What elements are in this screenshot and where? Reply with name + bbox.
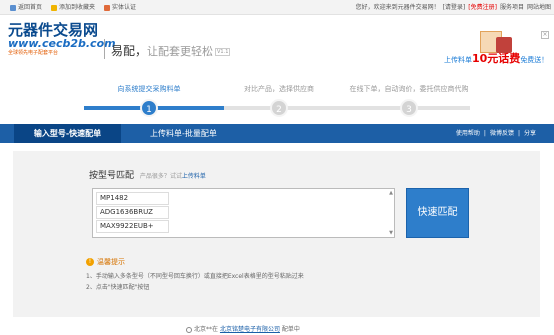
ticker-suffix: 配单中 xyxy=(281,326,300,333)
help-link[interactable]: 使用帮助 xyxy=(456,124,480,143)
bookmark-label: 添加到收藏夹 xyxy=(59,4,96,11)
product-slogan: 易配，让配套更轻松 V1.1 xyxy=(111,42,231,59)
promo-highlight: 10元话费 xyxy=(472,52,521,65)
promo-banner[interactable]: × 上传料单10元话费免费送！ xyxy=(444,29,552,69)
link-divider: | xyxy=(517,130,520,137)
footer-ticker: 北京**在 北京铭楚电子有限公司 配单中 xyxy=(0,320,554,335)
step-number-1: 1 xyxy=(140,99,158,117)
welcome-text: 您好，欢迎来到元器件交易网！ xyxy=(355,4,440,11)
ticker-prefix: 北京**在 xyxy=(194,326,219,333)
link-divider: | xyxy=(483,130,486,137)
step-label-1: 向系统提交采购料单 xyxy=(117,85,181,93)
header-divider xyxy=(104,39,105,59)
part-number-line: MAX9922EUB+ xyxy=(96,220,169,233)
bookmark-link[interactable]: 添加到收藏夹 xyxy=(51,0,95,15)
part-number-textarea[interactable]: MP1482 ADG1636BRUZ MAX9922EUB+ ▲ ▼ xyxy=(92,188,395,238)
slogan-main: 易配， xyxy=(111,44,148,58)
star-icon xyxy=(51,4,58,11)
logo-url: www.cecb2b.com xyxy=(8,37,116,50)
company-link[interactable]: 北京铭楚电子有限公司 xyxy=(220,326,280,333)
upload-list-link[interactable]: 上传料单 xyxy=(182,173,206,180)
part-number-line: ADG1636BRUZ xyxy=(96,206,169,219)
step-number-2: 2 xyxy=(270,99,288,117)
scroll-up-icon[interactable]: ▲ xyxy=(389,190,393,196)
login-link[interactable]: [请登录] xyxy=(443,0,466,15)
step-label-3: 在线下单，自动询价，委托供应商代购 xyxy=(349,85,469,93)
badge-icon xyxy=(104,4,111,11)
service-link[interactable]: 服务项目 xyxy=(500,0,524,15)
share-link[interactable]: 分享 xyxy=(524,124,536,143)
panel-hint: 产品很多？试试上传料单 xyxy=(140,173,206,180)
tip-line-1: 1、手动输入多条型号（不同型号回车换行）或直接把Excel表格里的型号粘贴过来 xyxy=(86,273,304,280)
promo-text: 上传料单10元话费免费送！ xyxy=(444,50,548,66)
tab-links: 使用帮助 | 微博反馈 | 分享 xyxy=(456,124,536,143)
home-link[interactable]: 返回首页 xyxy=(10,0,42,15)
tab-quick-match[interactable]: 输入型号-快速配单 xyxy=(14,124,121,143)
scroll-down-icon[interactable]: ▼ xyxy=(389,230,393,236)
register-link[interactable]: [免费注册] xyxy=(468,0,497,15)
tip-title: ! 温馨提示 xyxy=(86,257,125,267)
hint-text: 产品很多？试试 xyxy=(139,173,182,180)
close-icon[interactable]: × xyxy=(541,31,549,39)
panel-heading: 按型号匹配 xyxy=(89,171,135,181)
loading-icon xyxy=(186,326,192,333)
panel-title: 按型号匹配 产品很多？试试上传料单 xyxy=(89,168,206,181)
part-number-line: MP1482 xyxy=(96,192,169,205)
tab-bar: 输入型号-快速配单 上传料单-批量配单 使用帮助 | 微博反馈 | 分享 xyxy=(0,124,554,143)
sitemap-link[interactable]: 网站地图 xyxy=(527,0,551,15)
step-line-2 xyxy=(224,106,470,110)
promo-tail: 免费送！ xyxy=(520,56,549,64)
quick-match-button[interactable]: 快速匹配 xyxy=(406,188,469,238)
feedback-link[interactable]: 微博反馈 xyxy=(490,124,514,143)
home-label: 返回首页 xyxy=(18,4,43,11)
tip-line-2: 2、点击"快速匹配"按钮 xyxy=(86,284,150,291)
header: 元器件交易网 www.cecb2b.com 全球领先电子配套平台 易配，让配套更… xyxy=(0,15,554,69)
tip-heading: 温馨提示 xyxy=(97,258,125,266)
site-logo[interactable]: 元器件交易网 www.cecb2b.com 全球领先电子配套平台 xyxy=(8,23,116,57)
ticker-text: 北京**在 北京铭楚电子有限公司 配单中 xyxy=(186,324,300,333)
step-label-2: 对比产品，选择供应商 xyxy=(244,85,314,93)
logo-name: 元器件交易网 xyxy=(8,21,99,39)
promo-lead: 上传料单 xyxy=(444,56,472,64)
match-panel: 按型号匹配 产品很多？试试上传料单 MP1482 ADG1636BRUZ MAX… xyxy=(13,151,540,317)
version-badge: V1.1 xyxy=(215,47,231,56)
top-bar: 返回首页 添加到收藏夹 实体认证 您好，欢迎来到元器件交易网！ [请登录] [免… xyxy=(0,0,554,15)
verify-link[interactable]: 实体认证 xyxy=(104,0,136,15)
progress-steps: 向系统提交采购料单 对比产品，选择供应商 在线下单，自动询价，委托供应商代购 1… xyxy=(84,84,470,120)
verify-label: 实体认证 xyxy=(112,4,137,11)
step-number-3: 3 xyxy=(400,99,418,117)
logo-tagline: 全球领先电子配套平台 xyxy=(8,50,59,56)
info-icon: ! xyxy=(86,258,94,266)
home-icon xyxy=(10,4,16,11)
slogan-sub: 让配套更轻松 xyxy=(147,45,214,58)
tab-upload-list[interactable]: 上传料单-批量配单 xyxy=(136,124,231,143)
